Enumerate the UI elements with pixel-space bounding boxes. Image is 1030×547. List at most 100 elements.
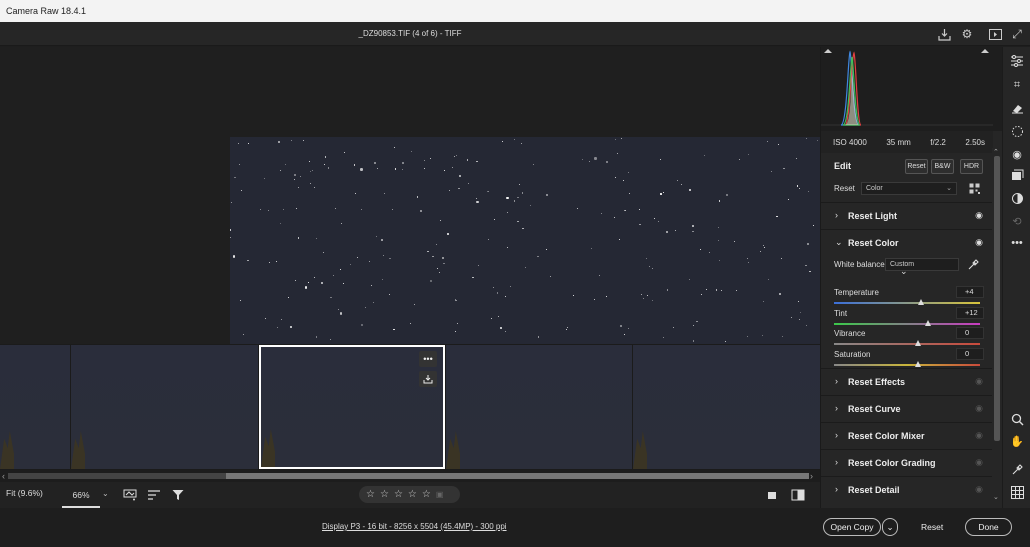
expand-icon[interactable]: ⤢ — [1009, 26, 1025, 42]
section-color-grading-label: Reset Color Grading — [848, 458, 936, 468]
section-color-grading[interactable]: › Reset Color Grading ◉ — [821, 449, 993, 475]
snapshots-icon[interactable] — [1009, 190, 1025, 206]
slider-value-input[interactable]: 0 — [956, 347, 984, 360]
chevron-down-icon[interactable]: ⌄ — [835, 237, 843, 248]
edit-sliders-icon[interactable] — [1009, 53, 1025, 69]
open-options-dropdown[interactable]: ⌄ — [882, 518, 898, 536]
scroll-down-icon[interactable]: ⌄ — [993, 493, 999, 501]
eye-icon[interactable]: ◉ — [975, 430, 983, 441]
zoom-icon[interactable] — [1009, 411, 1025, 427]
white-balance-select[interactable]: Custom ⌄ — [885, 258, 959, 276]
slider-vibrance[interactable]: Vibrance 0 — [834, 327, 984, 349]
eye-icon[interactable]: ◉ — [975, 237, 983, 248]
eyedropper-icon[interactable] — [967, 258, 981, 272]
gear-icon[interactable]: ⚙ — [959, 26, 975, 42]
single-view-icon[interactable] — [765, 487, 781, 503]
section-detail[interactable]: › Reset Detail ◉ — [821, 476, 993, 502]
star-point — [267, 209, 269, 211]
slider-track[interactable] — [834, 363, 980, 366]
hand-icon[interactable]: ✋ — [1009, 433, 1025, 449]
star-icon[interactable]: ☆ — [422, 489, 431, 500]
presets-icon[interactable] — [1009, 167, 1025, 183]
more-icon[interactable]: ••• — [1009, 235, 1025, 251]
fullscreen-preview-icon[interactable] — [987, 26, 1003, 42]
image-viewer[interactable] — [0, 47, 820, 344]
section-color-label[interactable]: Reset Color — [848, 238, 899, 248]
section-color-mixer[interactable]: › Reset Color Mixer ◉ — [821, 422, 993, 448]
slider-thumb[interactable] — [915, 360, 922, 367]
filter-icon[interactable] — [170, 487, 186, 503]
section-light[interactable]: › Reset Light ◉ — [821, 202, 993, 228]
color-sampler-icon[interactable] — [1009, 461, 1025, 477]
panel-scroll-thumb[interactable] — [994, 156, 1000, 441]
more-options-icon[interactable]: ••• — [419, 351, 437, 367]
slider-track[interactable] — [834, 302, 980, 304]
done-button[interactable]: Done — [965, 518, 1012, 536]
zoom-fit-button[interactable]: Fit (9.6%) — [6, 488, 43, 498]
slider-saturation[interactable]: Saturation 0 — [834, 347, 984, 370]
slider-temperature[interactable]: Temperature +4 — [834, 286, 984, 308]
star-point — [295, 208, 297, 210]
sync-icon[interactable]: ⟲ — [1009, 213, 1025, 229]
eraser-icon[interactable] — [1009, 100, 1025, 116]
reject-icon[interactable]: ▣ — [436, 490, 444, 499]
reset-all-button[interactable]: Reset — [905, 159, 928, 174]
preview-image[interactable] — [230, 137, 820, 344]
eye-icon[interactable]: ◉ — [975, 403, 983, 414]
scroll-up-icon[interactable]: ⌃ — [993, 148, 999, 156]
slider-thumb[interactable] — [915, 340, 922, 346]
star-point — [342, 282, 344, 284]
reset-button[interactable]: Reset — [921, 522, 943, 532]
bw-button[interactable]: B&W — [931, 159, 954, 174]
slider-track[interactable] — [834, 343, 980, 345]
zoom-dropdown-icon[interactable]: ⌄ — [102, 489, 109, 498]
masking-icon[interactable] — [1009, 123, 1025, 139]
panel-scrollbar[interactable]: ⌃ ⌄ — [992, 148, 1002, 506]
slider-value-input[interactable]: +4 — [956, 286, 984, 298]
slider-value-input[interactable]: +12 — [956, 306, 984, 319]
red-eye-icon[interactable]: ◉ — [1009, 146, 1025, 162]
sort-icon[interactable] — [146, 487, 162, 503]
slider-value-input[interactable]: 0 — [956, 327, 984, 339]
open-copy-button[interactable]: Open Copy — [823, 518, 881, 536]
zoom-percent[interactable]: 66% — [62, 482, 100, 508]
workflow-options-link[interactable]: Display P3 - 16 bit - 8256 x 5504 (45.4M… — [322, 522, 507, 531]
filmstrip-thumbnail[interactable] — [71, 345, 258, 469]
section-curve[interactable]: › Reset Curve ◉ — [821, 395, 993, 421]
star-point — [677, 179, 678, 181]
eye-icon[interactable]: ◉ — [975, 376, 983, 387]
eye-icon[interactable]: ◉ — [975, 457, 983, 468]
star-icon[interactable]: ☆ — [380, 489, 389, 500]
profile-browser-icon[interactable] — [969, 183, 981, 195]
star-point — [700, 248, 701, 250]
slider-tint[interactable]: Tint +12 — [834, 306, 984, 329]
filmstrip-thumbnail[interactable] — [446, 345, 632, 469]
before-after-icon[interactable] — [790, 487, 806, 503]
star-icon[interactable]: ☆ — [408, 489, 417, 500]
slider-thumb[interactable] — [918, 299, 925, 305]
crop-icon[interactable]: ⌗ — [1009, 77, 1025, 93]
star-icon[interactable]: ☆ — [366, 489, 375, 500]
scroll-right-icon[interactable]: › — [810, 471, 813, 481]
filmstrip-thumbnail[interactable] — [0, 345, 70, 469]
profile-select[interactable]: Color ⌄ — [861, 182, 957, 195]
star-rating[interactable]: ☆ ☆ ☆ ☆ ☆ ▣ — [359, 486, 460, 503]
slider-thumb[interactable] — [925, 319, 932, 326]
save-image-icon[interactable] — [936, 26, 952, 42]
section-effects[interactable]: › Reset Effects ◉ — [821, 368, 993, 394]
scroll-left-icon[interactable]: ‹ — [2, 471, 5, 481]
filmstrip-thumbnail-selected[interactable]: ••• — [259, 345, 445, 469]
profile-reset-label[interactable]: Reset — [834, 184, 855, 193]
eye-icon[interactable]: ◉ — [975, 484, 983, 495]
filmstrip-thumbnail[interactable] — [633, 345, 820, 469]
eye-icon[interactable]: ◉ — [975, 210, 983, 221]
filmstrip-scrollbar[interactable]: ‹ › — [0, 470, 820, 482]
hdr-button[interactable]: HDR — [960, 159, 983, 174]
grid-icon[interactable] — [1009, 484, 1025, 500]
star-icon[interactable]: ☆ — [394, 489, 403, 500]
save-thumbnail-icon[interactable] — [419, 371, 437, 387]
star-point — [762, 334, 763, 336]
scroll-thumb[interactable] — [226, 473, 809, 479]
slider-track[interactable] — [834, 322, 980, 325]
filmstrip-view-icon[interactable] — [122, 487, 138, 503]
